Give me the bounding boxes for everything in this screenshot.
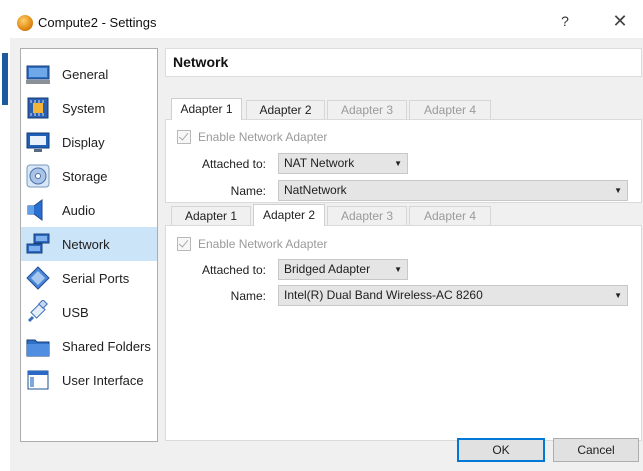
enable-adapter-checkbox[interactable] — [177, 237, 191, 251]
chevron-down-icon: ▼ — [614, 186, 622, 195]
name-label: Name: — [230, 184, 266, 198]
dialog-button-bar: OK Cancel — [10, 428, 643, 471]
attached-to-label: Attached to: — [201, 263, 266, 277]
window-title: Compute2 - Settings — [38, 15, 157, 30]
sidebar-item-label: Display — [62, 135, 105, 150]
name-label: Name: — [230, 289, 266, 303]
tab-adapter-4[interactable]: Adapter 4 — [409, 206, 491, 225]
general-icon — [26, 65, 50, 84]
attached-to-value: Bridged Adapter — [284, 262, 371, 276]
ok-button[interactable]: OK — [457, 438, 545, 462]
adapter-tabbar-2: Adapter 1 Adapter 2 Adapter 3 Adapter 4 — [165, 204, 640, 226]
enable-adapter-checkbox[interactable] — [177, 130, 191, 144]
speaker-icon — [27, 199, 43, 221]
sidebar-item-label: User Interface — [62, 373, 144, 388]
help-button[interactable]: ? — [555, 13, 575, 33]
adapter-tabbar-1: Adapter 1 Adapter 2 Adapter 3 Adapter 4 — [165, 98, 640, 120]
folder-icon — [26, 339, 50, 357]
background-strip — [0, 0, 643, 8]
window-icon — [27, 370, 49, 390]
monitor-icon — [26, 132, 50, 152]
sidebar-item-shared-folders[interactable]: Shared Folders — [21, 329, 157, 363]
tab-adapter-3[interactable]: Adapter 3 — [327, 206, 407, 225]
settings-dialog: Compute2 - Settings ? ✕ General System D… — [10, 8, 643, 471]
sidebar-item-label: USB — [62, 305, 89, 320]
sidebar-item-label: Serial Ports — [62, 271, 130, 286]
name-select[interactable]: Intel(R) Dual Band Wireless-AC 8260 ▼ — [278, 285, 628, 306]
attached-to-value: NAT Network — [284, 156, 355, 170]
section-header: Network — [165, 48, 642, 77]
sidebar-item-label: Network — [62, 237, 110, 252]
tab-adapter-3[interactable]: Adapter 3 — [327, 100, 407, 119]
attached-to-select[interactable]: Bridged Adapter ▼ — [278, 259, 408, 280]
sidebar-item-label: Audio — [62, 203, 96, 218]
sidebar-item-label: Shared Folders — [62, 339, 151, 354]
chevron-down-icon: ▼ — [394, 159, 402, 168]
sidebar-item-label: Storage — [62, 169, 108, 184]
attached-to-select[interactable]: NAT Network ▼ — [278, 153, 408, 174]
enable-adapter-label: Enable Network Adapter — [198, 130, 328, 144]
tab-adapter-2[interactable]: Adapter 2 — [246, 100, 325, 119]
tab-adapter-4[interactable]: Adapter 4 — [409, 100, 491, 119]
network-icon — [26, 233, 50, 254]
serial-port-icon — [26, 266, 50, 290]
background-window-accent — [2, 53, 8, 105]
settings-content: Network Adapter 1 Adapter 2 Adapter 3 Ad… — [165, 48, 642, 441]
adapter-panel-1: Enable Network Adapter Attached to: NAT … — [165, 119, 642, 203]
attached-to-label: Attached to: — [201, 157, 266, 171]
sidebar-item-serial-ports[interactable]: Serial Ports — [21, 261, 157, 295]
tab-adapter-2[interactable]: Adapter 2 — [253, 204, 325, 226]
sidebar-item-user-interface[interactable]: User Interface — [21, 363, 157, 397]
name-value: Intel(R) Dual Band Wireless-AC 8260 — [284, 288, 483, 302]
name-select[interactable]: NatNetwork ▼ — [278, 180, 628, 201]
sidebar-item-label: General — [62, 67, 109, 82]
title-bar: Compute2 - Settings ? ✕ — [10, 8, 643, 38]
chevron-down-icon: ▼ — [614, 291, 622, 300]
sidebar-item-display[interactable]: Display — [21, 125, 157, 159]
virtualbox-app-icon — [17, 15, 33, 31]
sidebar-item-storage[interactable]: Storage — [21, 159, 157, 193]
page-title: Network — [173, 54, 229, 70]
sidebar-item-audio[interactable]: Audio — [21, 193, 157, 227]
usb-icon — [27, 300, 48, 323]
sidebar-item-general[interactable]: General — [21, 57, 157, 91]
system-chip-icon — [27, 97, 49, 119]
adapter-panel-2: Enable Network Adapter Attached to: Brid… — [165, 225, 642, 441]
tab-adapter-1[interactable]: Adapter 1 — [171, 98, 242, 120]
enable-adapter-label: Enable Network Adapter — [198, 237, 328, 251]
tab-adapter-1[interactable]: Adapter 1 — [171, 206, 251, 225]
sidebar-item-label: System — [62, 101, 106, 116]
sidebar-item-system[interactable]: System — [21, 91, 157, 125]
settings-sidebar: General System Display Storage Audio Net… — [20, 48, 158, 442]
sidebar-item-usb[interactable]: USB — [21, 295, 157, 329]
sidebar-item-network[interactable]: Network — [21, 227, 157, 261]
name-value: NatNetwork — [284, 183, 347, 197]
chevron-down-icon: ▼ — [394, 265, 402, 274]
cancel-button[interactable]: Cancel — [553, 438, 639, 462]
close-icon[interactable]: ✕ — [608, 11, 632, 35]
disc-icon — [26, 164, 50, 188]
